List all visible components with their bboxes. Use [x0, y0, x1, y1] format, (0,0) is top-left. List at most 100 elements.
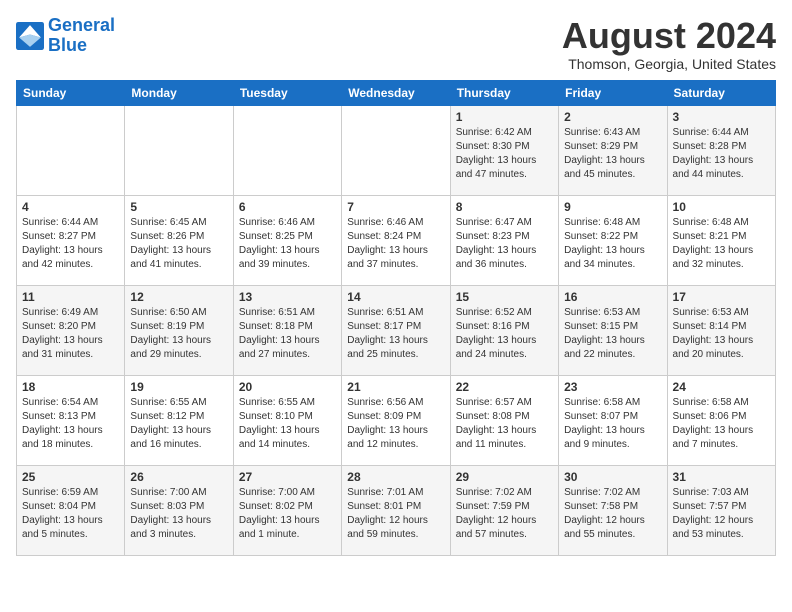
day-number: 23 — [564, 380, 661, 394]
week-row-2: 4 Sunrise: 6:44 AM Sunset: 8:27 PM Daylig… — [17, 195, 776, 285]
calendar-cell: 27 Sunrise: 7:00 AM Sunset: 8:02 PM Dayli… — [233, 465, 341, 555]
weekday-header-monday: Monday — [125, 80, 233, 105]
cell-data: Sunrise: 6:48 AM Sunset: 8:21 PM Dayligh… — [673, 216, 770, 272]
calendar-cell — [17, 105, 125, 195]
cell-data: Sunrise: 6:58 AM Sunset: 8:07 PM Dayligh… — [564, 396, 661, 452]
day-number: 13 — [239, 290, 336, 304]
cell-data: Sunrise: 6:51 AM Sunset: 8:18 PM Dayligh… — [239, 306, 336, 362]
calendar-cell: 24Sunrise: 6:58 AM Sunset: 8:06 PM Dayli… — [667, 375, 775, 465]
weekday-header-sunday: Sunday — [17, 80, 125, 105]
cell-data: Sunrise: 7:00 AM Sunset: 8:02 PM Dayligh… — [239, 486, 336, 542]
cell-data: Sunrise: 7:00 AM Sunset: 8:03 PM Dayligh… — [130, 486, 227, 542]
cell-data: Sunrise: 6:47 AM Sunset: 8:23 PM Dayligh… — [456, 216, 553, 272]
calendar-cell: 22 Sunrise: 6:57 AM Sunset: 8:08 PM Dayli… — [450, 375, 558, 465]
cell-data: Sunrise: 6:44 AM Sunset: 8:27 PM Dayligh… — [22, 216, 119, 272]
calendar-cell: 19 Sunrise: 6:55 AM Sunset: 8:12 PM Dayli… — [125, 375, 233, 465]
cell-data: Sunrise: 7:03 AM Sunset: 7:57 PM Dayligh… — [673, 486, 770, 542]
cell-data: Sunrise: 6:44 AM Sunset: 8:28 PM Dayligh… — [673, 126, 770, 182]
day-number: 11 — [22, 290, 119, 304]
day-number: 3 — [673, 110, 770, 124]
calendar-cell — [342, 105, 450, 195]
calendar-cell: 5Sunrise: 6:45 AM Sunset: 8:26 PM Daylig… — [125, 195, 233, 285]
weekday-header-saturday: Saturday — [667, 80, 775, 105]
cell-data: Sunrise: 6:53 AM Sunset: 8:15 PM Dayligh… — [564, 306, 661, 362]
calendar-cell: 14 Sunrise: 6:51 AM Sunset: 8:17 PM Dayli… — [342, 285, 450, 375]
cell-data: Sunrise: 6:46 AM Sunset: 8:25 PM Dayligh… — [239, 216, 336, 272]
cell-data: Sunrise: 6:53 AM Sunset: 8:14 PM Dayligh… — [673, 306, 770, 362]
cell-data: Sunrise: 6:46 AM Sunset: 8:24 PM Dayligh… — [347, 216, 444, 272]
cell-data: Sunrise: 6:55 AM Sunset: 8:10 PM Dayligh… — [239, 396, 336, 452]
calendar-cell: 4 Sunrise: 6:44 AM Sunset: 8:27 PM Daylig… — [17, 195, 125, 285]
week-row-1: 1 Sunrise: 6:42 AM Sunset: 8:30 PM Daylig… — [17, 105, 776, 195]
calendar-cell: 15Sunrise: 6:52 AM Sunset: 8:16 PM Dayli… — [450, 285, 558, 375]
day-number: 25 — [22, 470, 119, 484]
calendar-cell — [125, 105, 233, 195]
weekday-header-row: SundayMondayTuesdayWednesdayThursdayFrid… — [17, 80, 776, 105]
day-number: 4 — [22, 200, 119, 214]
day-number: 7 — [347, 200, 444, 214]
logo: General Blue — [16, 16, 115, 56]
day-number: 5 — [130, 200, 227, 214]
logo-icon — [16, 22, 44, 50]
cell-data: Sunrise: 7:02 AM Sunset: 7:58 PM Dayligh… — [564, 486, 661, 542]
calendar-cell: 7 Sunrise: 6:46 AM Sunset: 8:24 PM Daylig… — [342, 195, 450, 285]
cell-data: Sunrise: 7:02 AM Sunset: 7:59 PM Dayligh… — [456, 486, 553, 542]
logo-text: General Blue — [48, 16, 115, 56]
day-number: 8 — [456, 200, 553, 214]
day-number: 19 — [130, 380, 227, 394]
day-number: 27 — [239, 470, 336, 484]
calendar-cell: 16Sunrise: 6:53 AM Sunset: 8:15 PM Dayli… — [559, 285, 667, 375]
calendar-cell: 3 Sunrise: 6:44 AM Sunset: 8:28 PM Daylig… — [667, 105, 775, 195]
calendar-cell: 9Sunrise: 6:48 AM Sunset: 8:22 PM Daylig… — [559, 195, 667, 285]
calendar-cell: 17Sunrise: 6:53 AM Sunset: 8:14 PM Dayli… — [667, 285, 775, 375]
calendar-cell: 29 Sunrise: 7:02 AM Sunset: 7:59 PM Dayli… — [450, 465, 558, 555]
day-number: 29 — [456, 470, 553, 484]
day-number: 6 — [239, 200, 336, 214]
day-number: 15 — [456, 290, 553, 304]
weekday-header-tuesday: Tuesday — [233, 80, 341, 105]
day-number: 14 — [347, 290, 444, 304]
calendar-cell: 18Sunrise: 6:54 AM Sunset: 8:13 PM Dayli… — [17, 375, 125, 465]
cell-data: Sunrise: 7:01 AM Sunset: 8:01 PM Dayligh… — [347, 486, 444, 542]
day-number: 28 — [347, 470, 444, 484]
cell-data: Sunrise: 6:43 AM Sunset: 8:29 PM Dayligh… — [564, 126, 661, 182]
calendar-cell — [233, 105, 341, 195]
cell-data: Sunrise: 6:59 AM Sunset: 8:04 PM Dayligh… — [22, 486, 119, 542]
calendar-cell: 28 Sunrise: 7:01 AM Sunset: 8:01 PM Dayli… — [342, 465, 450, 555]
day-number: 22 — [456, 380, 553, 394]
week-row-5: 25 Sunrise: 6:59 AM Sunset: 8:04 PM Dayli… — [17, 465, 776, 555]
weekday-header-thursday: Thursday — [450, 80, 558, 105]
day-number: 26 — [130, 470, 227, 484]
cell-data: Sunrise: 6:58 AM Sunset: 8:06 PM Dayligh… — [673, 396, 770, 452]
calendar-cell: 31Sunrise: 7:03 AM Sunset: 7:57 PM Dayli… — [667, 465, 775, 555]
cell-data: Sunrise: 6:55 AM Sunset: 8:12 PM Dayligh… — [130, 396, 227, 452]
calendar-cell: 12 Sunrise: 6:50 AM Sunset: 8:19 PM Dayli… — [125, 285, 233, 375]
cell-data: Sunrise: 6:57 AM Sunset: 8:08 PM Dayligh… — [456, 396, 553, 452]
page-header: General Blue August 2024 Thomson, Georgi… — [16, 16, 776, 72]
calendar-cell: 20 Sunrise: 6:55 AM Sunset: 8:10 PM Dayli… — [233, 375, 341, 465]
week-row-4: 18Sunrise: 6:54 AM Sunset: 8:13 PM Dayli… — [17, 375, 776, 465]
calendar-cell: 23 Sunrise: 6:58 AM Sunset: 8:07 PM Dayli… — [559, 375, 667, 465]
calendar-cell: 30Sunrise: 7:02 AM Sunset: 7:58 PM Dayli… — [559, 465, 667, 555]
day-number: 12 — [130, 290, 227, 304]
cell-data: Sunrise: 6:42 AM Sunset: 8:30 PM Dayligh… — [456, 126, 553, 182]
day-number: 21 — [347, 380, 444, 394]
calendar-cell: 26 Sunrise: 7:00 AM Sunset: 8:03 PM Dayli… — [125, 465, 233, 555]
calendar-table: SundayMondayTuesdayWednesdayThursdayFrid… — [16, 80, 776, 556]
cell-data: Sunrise: 6:51 AM Sunset: 8:17 PM Dayligh… — [347, 306, 444, 362]
calendar-cell: 8 Sunrise: 6:47 AM Sunset: 8:23 PM Daylig… — [450, 195, 558, 285]
day-number: 1 — [456, 110, 553, 124]
title-block: August 2024 Thomson, Georgia, United Sta… — [562, 16, 776, 72]
cell-data: Sunrise: 6:48 AM Sunset: 8:22 PM Dayligh… — [564, 216, 661, 272]
calendar-cell: 1 Sunrise: 6:42 AM Sunset: 8:30 PM Daylig… — [450, 105, 558, 195]
calendar-cell: 10 Sunrise: 6:48 AM Sunset: 8:21 PM Dayli… — [667, 195, 775, 285]
location: Thomson, Georgia, United States — [562, 56, 776, 72]
cell-data: Sunrise: 6:50 AM Sunset: 8:19 PM Dayligh… — [130, 306, 227, 362]
day-number: 18 — [22, 380, 119, 394]
weekday-header-wednesday: Wednesday — [342, 80, 450, 105]
month-title: August 2024 — [562, 16, 776, 56]
day-number: 10 — [673, 200, 770, 214]
calendar-cell: 13 Sunrise: 6:51 AM Sunset: 8:18 PM Dayli… — [233, 285, 341, 375]
day-number: 20 — [239, 380, 336, 394]
cell-data: Sunrise: 6:56 AM Sunset: 8:09 PM Dayligh… — [347, 396, 444, 452]
